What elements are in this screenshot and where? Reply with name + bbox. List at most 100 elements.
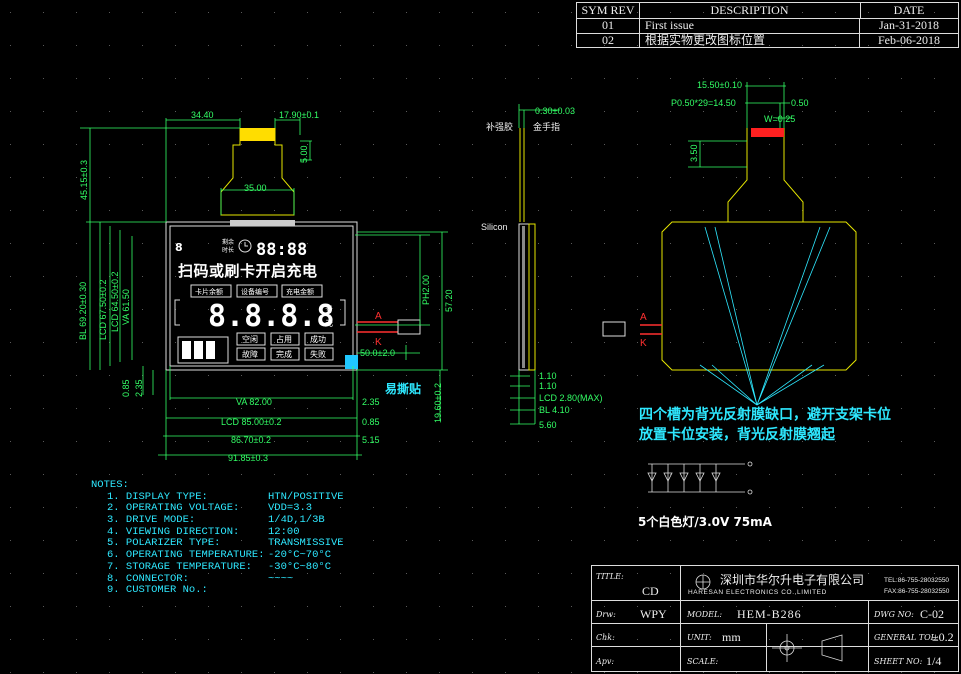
dim-lcd-height-2: LCD 64.50±0.2 bbox=[110, 272, 120, 332]
led-schematic bbox=[647, 461, 753, 495]
tb-gen-tol-label: GENERAL TOL: bbox=[874, 633, 939, 642]
tb-scale-label: SCALE: bbox=[687, 657, 719, 666]
tb-company-en: HARESAN ELECTRONICS CO.,LIMITED bbox=[688, 589, 827, 596]
dim-top-width-right: 17.90±0.1 bbox=[279, 110, 319, 120]
revision-row: 01 First issue Jan-31-2018 bbox=[577, 18, 958, 34]
side-silicon: Silicon bbox=[481, 222, 508, 232]
wire-a-label: A bbox=[375, 311, 382, 322]
dim-lcd-width: LCD 85.00±0.2 bbox=[221, 417, 281, 427]
revision-row: 02 根据实物更改图标位置 Feb-06-2018 bbox=[577, 33, 958, 48]
tear-tab-label: 易撕贴 bbox=[385, 381, 421, 396]
back-fpc-tail bbox=[727, 128, 804, 223]
rev-date: Jan-31-2018 bbox=[879, 18, 939, 32]
note-item: 3. DRIVE MODE: 1/4D,1/3B bbox=[91, 514, 325, 527]
note-label: 1. DISPLAY TYPE: bbox=[107, 490, 208, 503]
note-label: 3. DRIVE MODE: bbox=[107, 514, 196, 527]
lcd-logo: 8 bbox=[175, 241, 183, 254]
dim-right-height: 57.20 bbox=[444, 289, 454, 312]
dim-wire-offset: 19.60±0.2 bbox=[433, 383, 443, 423]
back-wire-a: A bbox=[640, 312, 647, 323]
tear-tab bbox=[345, 355, 358, 369]
led-caption: 5个白色灯/3.0V 75mA bbox=[638, 515, 772, 529]
back-gold-finger bbox=[751, 128, 784, 137]
wire-k-label: K bbox=[375, 337, 382, 348]
note-label: 8. CONNECTOR: bbox=[107, 572, 189, 585]
rev-description: 根据实物更改图标位置 bbox=[639, 33, 860, 48]
tb-dwg-label: DWG NO: bbox=[874, 610, 914, 619]
tb-gen-tol-value: ±0.2 bbox=[932, 630, 954, 644]
notes-list: 1. DISPLAY TYPE: HTN/POSITIVE 2. OPERATING… bbox=[91, 490, 344, 597]
back-body bbox=[661, 221, 857, 371]
dim-bottom-left-2: 2.35 bbox=[134, 379, 144, 397]
back-dim-pin-gap: 0.50 bbox=[791, 98, 809, 108]
battery-bar-1 bbox=[182, 341, 191, 359]
dim-overall-height: 45.15±0.3 bbox=[79, 160, 89, 200]
dim-va-width: VA 82.00 bbox=[236, 397, 272, 407]
dim-pin-height: PH2.00 bbox=[421, 275, 431, 305]
tb-title-label: TITLE: bbox=[596, 572, 624, 581]
tb-fax: FAX:86-755-28032550 bbox=[884, 588, 950, 595]
rev-description: First issue bbox=[639, 18, 860, 33]
title-block: TITLE: CD 深圳市华尔升电子有限公司 HARESAN ELECTRONI… bbox=[591, 565, 959, 672]
back-dim-connector-width: 15.50±0.10 bbox=[697, 80, 742, 90]
tb-unit-value: mm bbox=[722, 630, 741, 644]
tb-sheet-value: 1/4 bbox=[926, 654, 942, 668]
dim-lcd-height: LCD 67.50±0.2 bbox=[98, 280, 108, 340]
tb-chk-label: Chk: bbox=[596, 633, 615, 642]
side-dim-top-offset: 0.30±0.03 bbox=[535, 106, 575, 116]
gold-finger bbox=[240, 128, 275, 141]
svg-text:成功: 成功 bbox=[310, 334, 326, 344]
side-label-right: 金手指 bbox=[533, 121, 560, 132]
note-item: 7. STORAGE TEMPERATURE: -30°C~80°C bbox=[91, 561, 331, 574]
tb-tel: TEL:86-755-28032550 bbox=[884, 577, 950, 584]
note-label: 5. POLARIZER TYPE: bbox=[107, 537, 221, 550]
tb-model-value: HEM-B286 bbox=[737, 607, 802, 621]
note-value: ~~~~ bbox=[268, 572, 294, 585]
notes-heading: NOTES: bbox=[91, 479, 129, 491]
back-wire-k: K bbox=[640, 338, 647, 349]
rev-number: 01 bbox=[577, 18, 640, 33]
lcd-big-segments: 8.8.8.8 bbox=[208, 299, 334, 334]
lcd-top-digits: 88:88 bbox=[256, 240, 307, 260]
lcd-time-label: 时长 bbox=[222, 246, 234, 254]
note-label: 2. OPERATING VOLTAGE: bbox=[107, 502, 240, 515]
lcd-btn-charge-amount-label: 充电金额 bbox=[286, 287, 314, 296]
lcd-unit-hao: 号 bbox=[325, 305, 333, 314]
note-label: 4. VIEWING DIRECTION: bbox=[107, 525, 240, 538]
lcd-btn-card-balance-label: 卡片余额 bbox=[195, 287, 223, 296]
back-view: A K 15.50±0.10 P0.50*29=14.50 0.50 W=0.2… bbox=[602, 80, 857, 406]
tb-model-label: MODEL: bbox=[687, 610, 723, 619]
dim-right-off-1: 2.35 bbox=[362, 397, 380, 407]
note-label: 9. CUSTOMER No.: bbox=[107, 584, 208, 597]
lcd-remaining-label: 剩余 bbox=[222, 238, 234, 246]
back-wires bbox=[640, 324, 662, 335]
note-label: 6. OPERATING TEMPERATURE: bbox=[107, 549, 265, 562]
side-label-left: 补强胶 bbox=[486, 121, 513, 132]
dim-right-off-2: 0.85 bbox=[362, 417, 380, 427]
svg-text:完成: 完成 bbox=[276, 349, 292, 359]
revision-table: SYM REV DESCRIPTION DATE 01 First issue … bbox=[576, 2, 959, 48]
svg-text:空闲: 空闲 bbox=[242, 334, 258, 344]
svg-text:故障: 故障 bbox=[242, 349, 258, 359]
tb-drw-value: WPY bbox=[640, 607, 667, 621]
revision-header-row: SYM REV DESCRIPTION DATE bbox=[577, 3, 958, 19]
lcd-btn-device-id-label: 设备编号 bbox=[241, 287, 269, 296]
rev-number: 02 bbox=[577, 33, 640, 48]
wire-connector bbox=[397, 319, 421, 335]
side-dim-1: 1.10 bbox=[539, 371, 557, 381]
fpc-bond-area bbox=[230, 220, 295, 226]
cn-note-line-1: 四个槽为背光反射膜缺口，避开支架卡位 bbox=[639, 407, 891, 423]
note-value: -30°C~80°C bbox=[268, 560, 332, 573]
side-backlight bbox=[528, 223, 536, 371]
tb-drw-label: Drw: bbox=[596, 610, 616, 619]
rev-header-date: DATE bbox=[893, 3, 925, 17]
dim-width-3: 86.70±0.2 bbox=[231, 435, 271, 445]
dim-va-height: VA 61.50 bbox=[121, 289, 131, 325]
dim-tail-height: 5.00 bbox=[299, 145, 309, 163]
svg-text:失败: 失败 bbox=[310, 349, 326, 359]
lcd-unit-yuan: 元 bbox=[325, 319, 333, 328]
dim-overall-width: 91.85±0.3 bbox=[228, 453, 268, 463]
tb-apv-label: Apv: bbox=[596, 657, 615, 666]
tb-dwg-value: C-02 bbox=[920, 607, 944, 621]
side-dim-lcd: LCD 2.80(MAX) bbox=[539, 393, 603, 403]
